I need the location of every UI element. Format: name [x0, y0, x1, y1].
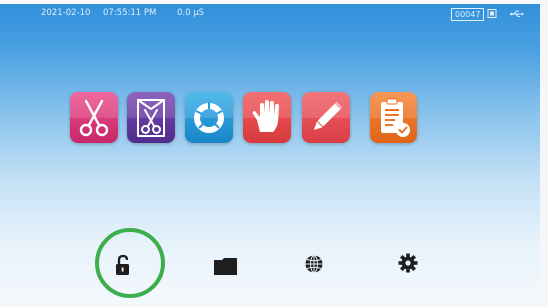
home-screen: 2021-02-10 07:55:11 PM 0.0 µS 00047 — [0, 0, 548, 307]
screen-right-edge — [540, 0, 548, 307]
sd-card-icon — [487, 9, 497, 18]
status-time: 07:55:11 PM — [103, 8, 157, 18]
usb-icon — [510, 10, 524, 17]
sterile-pack-app-tile[interactable] — [127, 92, 175, 143]
pencil-icon — [313, 101, 343, 131]
status-dose: 0.0 µS — [177, 8, 205, 18]
glove-app-tile[interactable] — [243, 92, 291, 143]
edit-app-tile[interactable] — [302, 92, 350, 143]
scissors-in-pouch-icon — [137, 99, 165, 137]
status-counter: 00047 — [451, 8, 485, 21]
clipboard-check-icon — [381, 98, 410, 137]
ring-icon — [194, 102, 224, 133]
gear-icon — [398, 253, 418, 273]
scissors-icon — [79, 99, 109, 137]
folder-button[interactable] — [213, 255, 239, 277]
globe-icon — [305, 255, 323, 273]
settings-button[interactable] — [398, 253, 418, 273]
report-app-tile[interactable] — [370, 92, 417, 143]
folder-icon — [214, 258, 237, 275]
status-date: 2021-02-10 — [41, 8, 91, 18]
cycle-app-tile[interactable] — [185, 92, 233, 143]
language-button[interactable] — [304, 254, 324, 274]
glove-icon — [252, 100, 279, 132]
scissors-app-tile[interactable] — [70, 92, 118, 143]
status-bar: 2021-02-10 07:55:11 PM 0.0 µS 00047 — [0, 4, 540, 22]
lock-button[interactable] — [114, 254, 132, 278]
lock-open-icon — [116, 254, 129, 275]
